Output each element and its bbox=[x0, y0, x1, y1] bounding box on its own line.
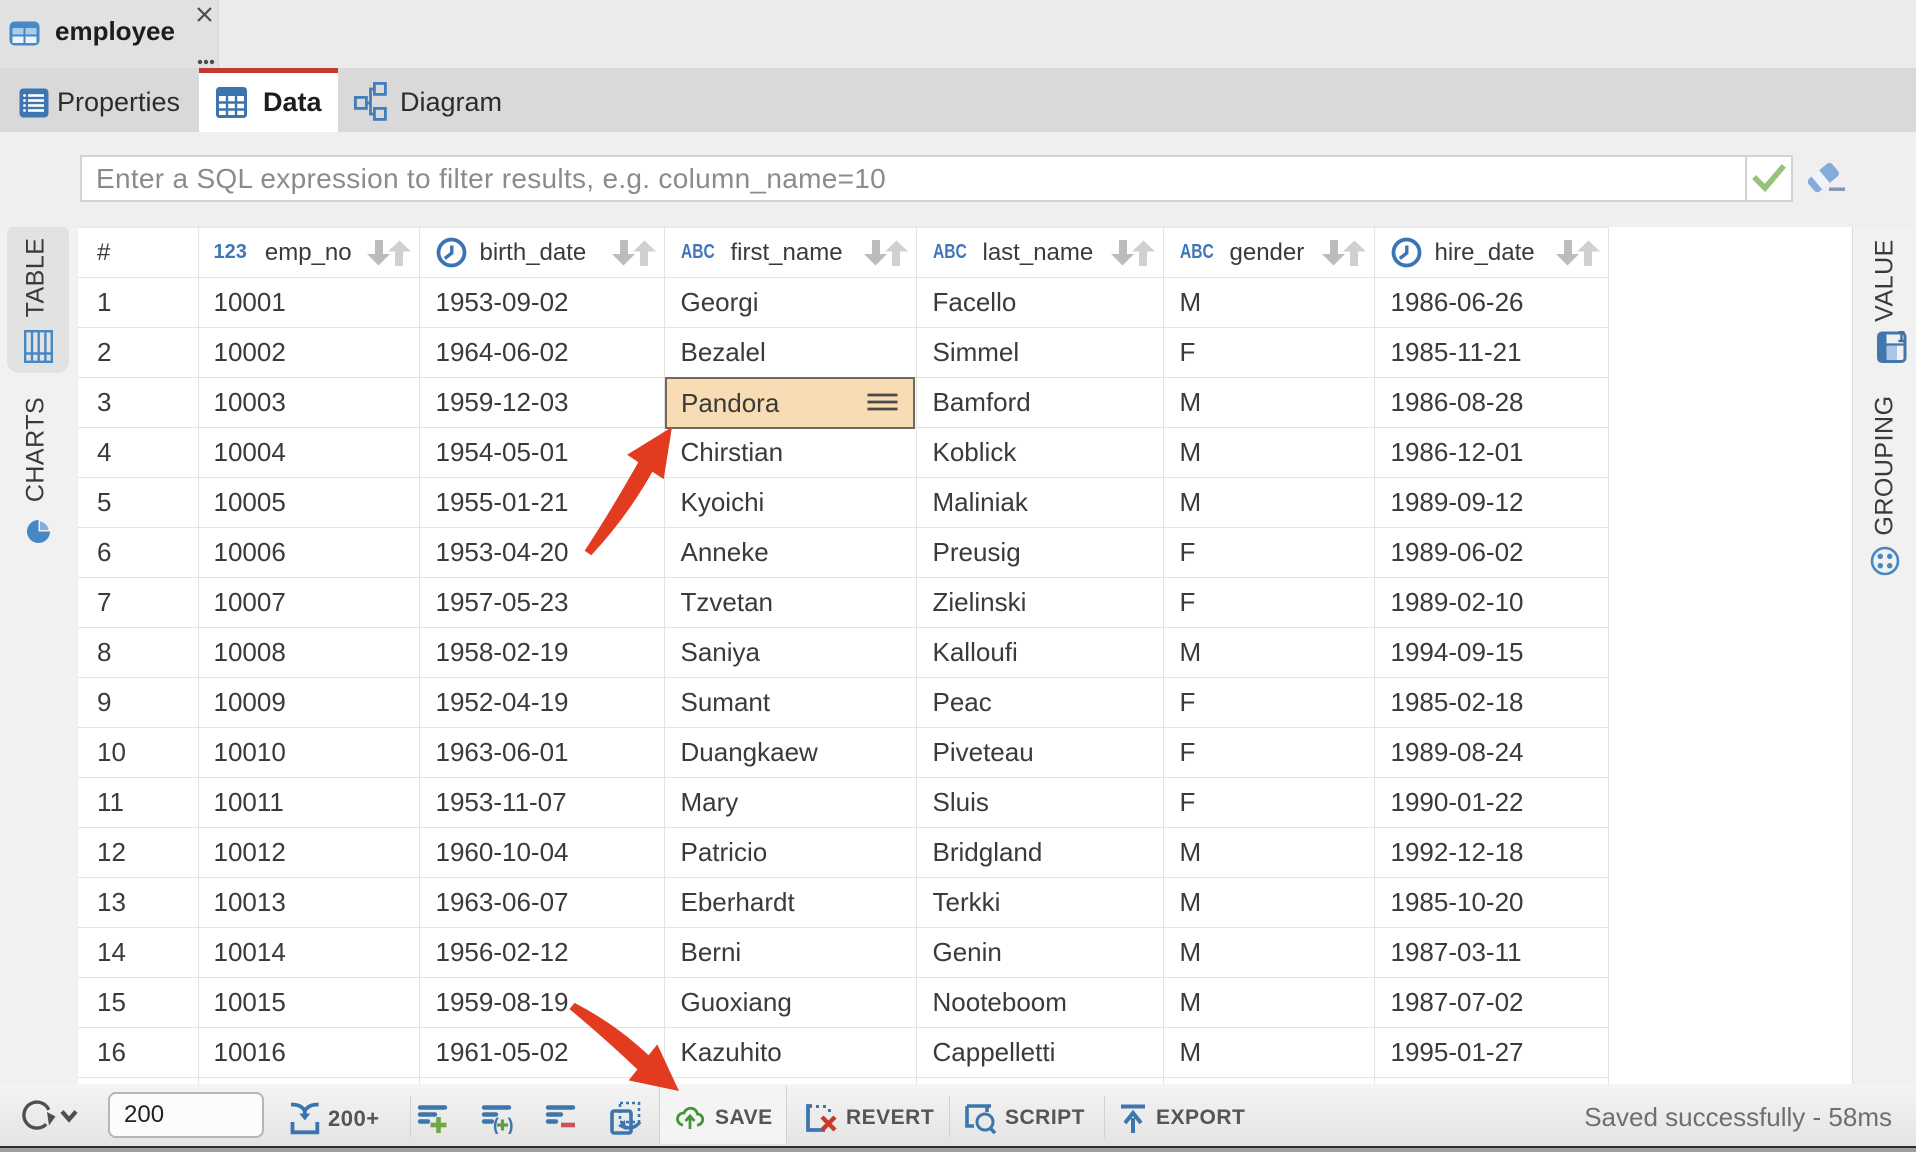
svg-text:): ) bbox=[508, 1115, 514, 1134]
